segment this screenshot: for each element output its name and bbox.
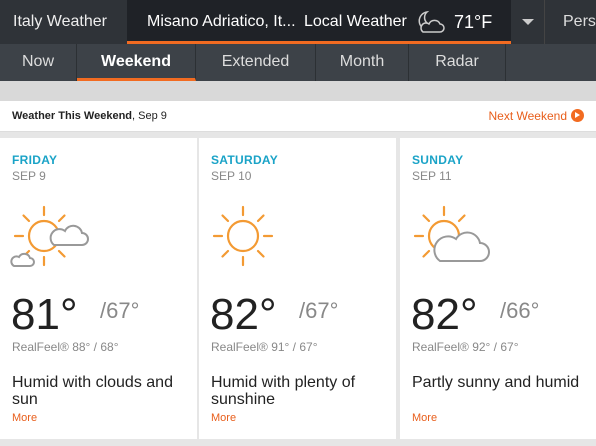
low-temperature: /67° (299, 298, 339, 323)
realfeel: RealFeel® 91° / 67° (211, 340, 318, 354)
high-temperature: 82° (411, 290, 478, 339)
forecast-tabs: Now Weekend Extended Month Radar (0, 44, 596, 81)
top-bar: Italy Weather Misano Adriatico, It... Lo… (0, 0, 596, 44)
location-dropdown-button[interactable] (511, 0, 544, 44)
location-tab[interactable]: Misano Adriatico, It... Local Weather 71… (127, 0, 511, 44)
low-temperature: /67° (100, 298, 140, 323)
region-link[interactable]: Italy Weather (0, 0, 127, 44)
forecast-description: Humid with clouds and sun (12, 374, 173, 408)
day-card-friday[interactable]: FRIDAY SEP 9 81° /67° RealFeel® 88° / 68… (0, 138, 197, 439)
sunny-icon (212, 205, 274, 267)
local-weather-label[interactable]: Local Weather (304, 0, 407, 44)
day-date: SEP 10 (211, 169, 252, 183)
realfeel: RealFeel® 88° / 68° (12, 340, 119, 354)
tab-radar[interactable]: Radar (409, 44, 506, 81)
personalize-menu[interactable]: Perso (544, 0, 596, 44)
arrow-right-icon[interactable] (571, 109, 584, 122)
more-link[interactable]: More (12, 412, 37, 424)
more-link[interactable]: More (412, 412, 437, 424)
current-temperature: 71°F (454, 12, 493, 32)
sun-with-clouds-icon (10, 205, 89, 267)
panel-title-text: Weather This Weekend (12, 110, 133, 122)
low-temperature: /66° (500, 298, 540, 323)
tab-extended[interactable]: Extended (196, 44, 316, 81)
day-name: SATURDAY (211, 153, 279, 167)
forecast-description: Humid with plenty of sunshine (211, 374, 356, 408)
next-weekend-label[interactable]: Next Weekend (489, 109, 568, 123)
realfeel: RealFeel® 92° / 67° (412, 340, 519, 354)
panel-date: , Sep 9 (132, 110, 167, 122)
day-card-sunday[interactable]: SUNDAY SEP 11 82° /66° RealFeel® 92° / 6… (400, 138, 596, 439)
divider-band (0, 81, 596, 101)
forecast-description: Partly sunny and humid (412, 374, 580, 391)
high-temperature: 82° (210, 290, 277, 339)
tab-weekend[interactable]: Weekend (77, 44, 196, 81)
tab-month[interactable]: Month (316, 44, 409, 81)
day-date: SEP 11 (412, 169, 452, 183)
day-name: SUNDAY (412, 153, 464, 167)
tab-now[interactable]: Now (0, 44, 77, 81)
day-date: SEP 9 (12, 169, 46, 183)
day-card-saturday[interactable]: SATURDAY SEP 10 82° /67° RealFeel® 91° /… (199, 138, 396, 439)
partly-cloudy-night-icon (418, 10, 445, 33)
location-name[interactable]: Misano Adriatico, It... (147, 0, 296, 44)
chevron-down-icon (522, 19, 534, 25)
day-name: FRIDAY (12, 153, 58, 167)
high-temperature: 81° (11, 290, 78, 339)
weekend-forecast: FRIDAY SEP 9 81° /67° RealFeel® 88° / 68… (0, 138, 596, 446)
panel-title: Weather This Weekend, Sep 9 (12, 101, 167, 132)
panel-header: Weather This Weekend, Sep 9 Next Weekend (0, 101, 596, 132)
more-link[interactable]: More (211, 412, 236, 424)
partly-sunny-icon (413, 205, 490, 262)
next-weekend-link[interactable]: Next Weekend (489, 101, 584, 132)
